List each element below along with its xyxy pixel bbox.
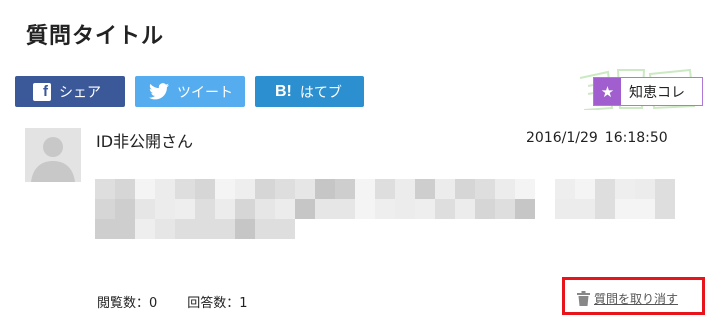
star-icon: ★ <box>594 78 621 105</box>
facebook-share-button[interactable]: f シェア <box>15 76 125 107</box>
hatena-bookmark-button[interactable]: B! はてブ <box>255 76 364 107</box>
cancel-question-label: 質問を取り消す <box>594 292 679 306</box>
views-count: 閲覧数：0 <box>97 296 158 311</box>
question-time: 16:18:50 <box>604 130 668 146</box>
trash-icon <box>577 291 590 306</box>
answers-count: 回答数：1 <box>187 296 248 311</box>
chiekore-label: 知恵コレ <box>629 84 685 101</box>
question-stats: 閲覧数：0 回答数：1 <box>97 292 248 311</box>
hatena-bookmark-label: はてブ <box>299 84 342 101</box>
twitter-bird-icon <box>149 83 169 100</box>
obscured-question-body <box>95 179 675 239</box>
facebook-share-label: シェア <box>59 84 101 101</box>
twitter-tweet-label: ツイート <box>177 84 233 101</box>
default-avatar-icon <box>25 128 81 182</box>
twitter-tweet-button[interactable]: ツイート <box>135 76 245 107</box>
page-title: 質問タイトル <box>26 24 165 49</box>
chiekore-button[interactable]: ★ 知恵コレ <box>593 77 703 106</box>
facebook-icon: f <box>33 82 51 101</box>
cancel-question-button[interactable]: 質問を取り消す <box>577 290 678 307</box>
question-date: 2016/1/29 <box>526 130 598 146</box>
question-timestamp: 2016/1/29 16:18:50 <box>526 130 668 146</box>
question-author: ID非公開さん <box>96 132 194 151</box>
hatena-bookmark-icon: B! <box>275 82 292 100</box>
